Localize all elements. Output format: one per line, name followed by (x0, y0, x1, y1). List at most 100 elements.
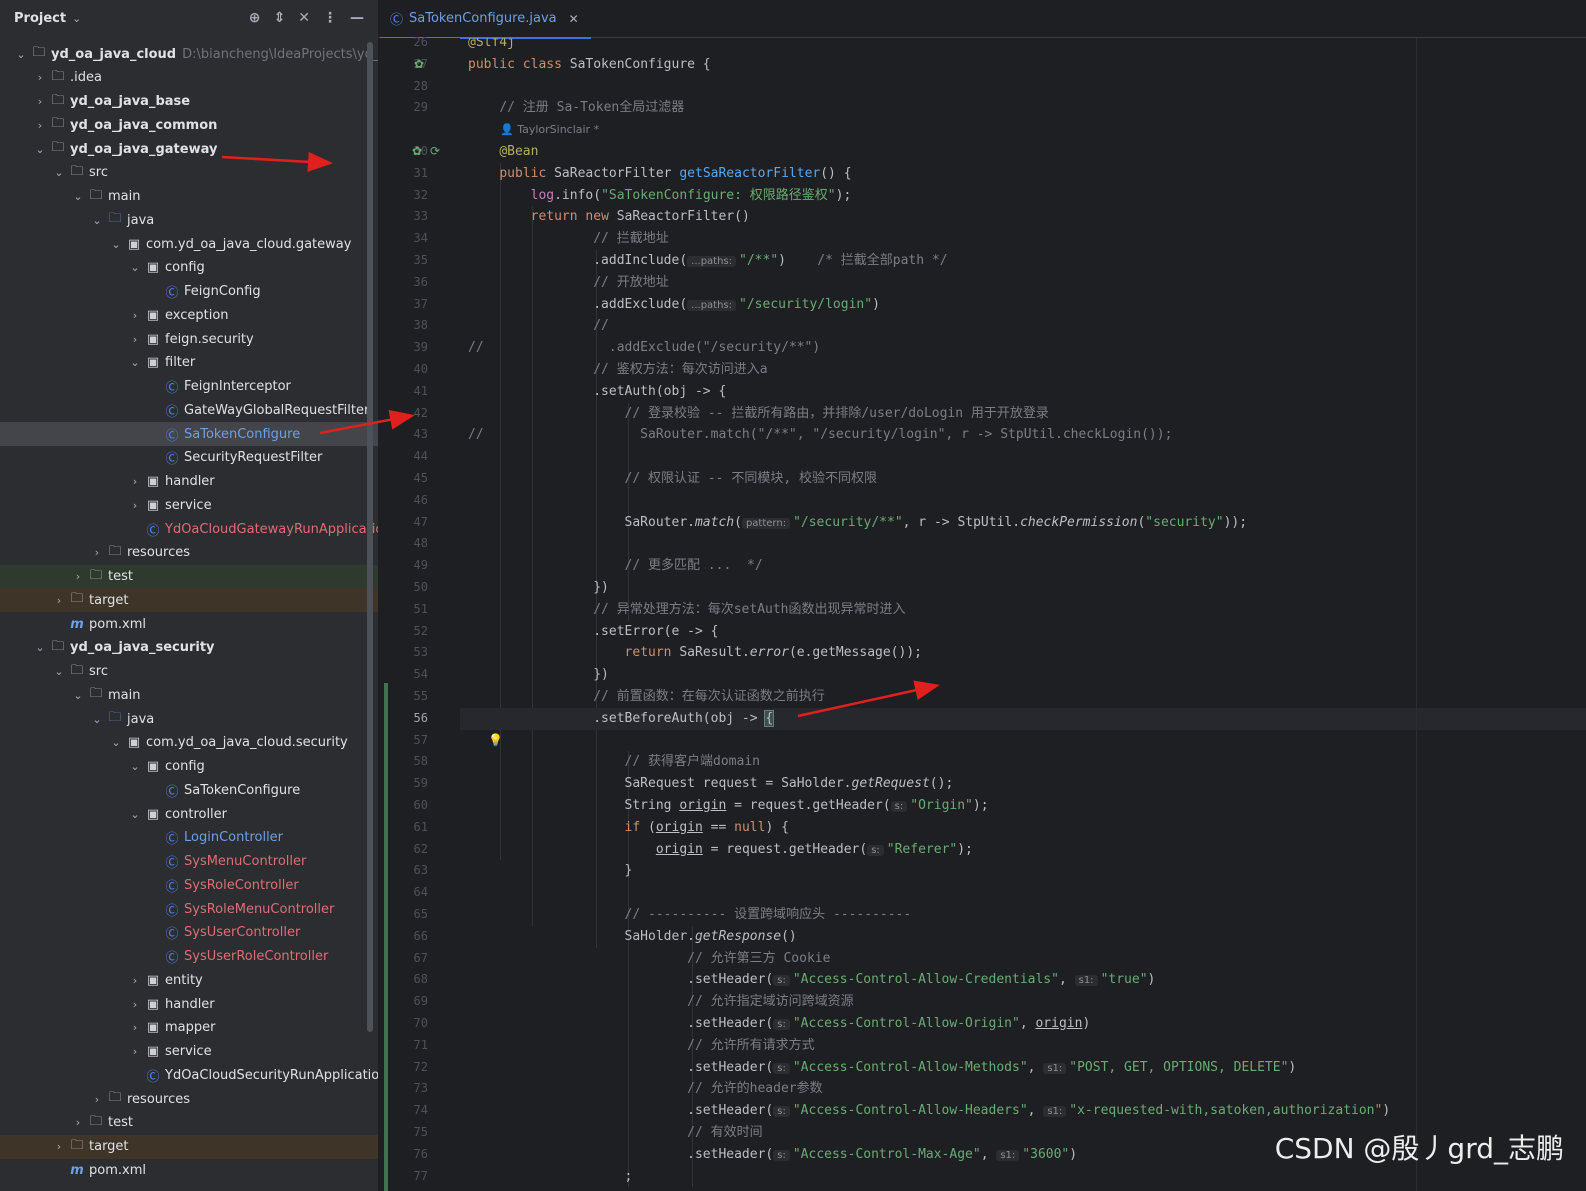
line-number[interactable]: 36 (378, 272, 428, 294)
line-number[interactable]: 50 (378, 577, 428, 599)
tree-item[interactable]: ⌄ ▣ filter (0, 351, 378, 375)
code-line[interactable]: // (468, 315, 609, 337)
tree-item[interactable]: Ⓒ FeignConfig (0, 280, 378, 304)
tree-item[interactable]: › 🗀 test (0, 564, 378, 589)
tree-item[interactable]: Ⓒ SysRoleController (0, 873, 378, 897)
chevron-right-icon[interactable]: › (52, 1140, 66, 1153)
tree-item[interactable]: Ⓒ SaTokenConfigure (0, 422, 378, 446)
code-line[interactable]: // 异常处理方法：每次setAuth函数出现异常时进入 (468, 599, 905, 621)
tree-item[interactable]: ⌄ 🗀 main (0, 185, 378, 209)
chevron-right-icon[interactable]: › (128, 499, 142, 512)
tree-item[interactable]: m pom.xml (0, 1158, 378, 1182)
tree-item[interactable]: › 🗀 target (0, 1134, 378, 1159)
line-number[interactable] (378, 119, 428, 141)
code-line[interactable]: ; (468, 1166, 633, 1188)
chevron-right-icon[interactable]: › (128, 974, 142, 987)
chevron-down-icon[interactable]: ⌄ (33, 143, 47, 156)
code-line[interactable]: // 更多匹配 ... */ (468, 555, 763, 577)
code-line[interactable]: public SaReactorFilter getSaReactorFilte… (468, 163, 851, 185)
chevron-right-icon[interactable]: › (52, 594, 66, 607)
chevron-right-icon[interactable]: › (71, 570, 85, 583)
chevron-down-icon[interactable]: ⌄ (90, 214, 104, 227)
code-line[interactable]: @Bean (468, 141, 538, 163)
line-number[interactable]: 35 (378, 250, 428, 272)
code-line[interactable]: .setHeader(s: "Access-Control-Allow-Origi… (468, 1013, 1090, 1035)
tree-item[interactable]: ⌄ 🗀 java (0, 707, 378, 731)
line-number[interactable]: 28 (378, 76, 428, 98)
code-line[interactable]: // .addExclude("/security/**") (468, 337, 820, 359)
code-line[interactable]: String origin = request.getHeader(s: "Ori… (468, 795, 989, 817)
line-number[interactable]: 37 (378, 294, 428, 316)
line-number[interactable]: 34 (378, 228, 428, 250)
tree-item[interactable]: ⌄ 🗀 src (0, 161, 378, 185)
chevron-right-icon[interactable]: › (33, 71, 47, 84)
chevron-down-icon[interactable]: ⌄ (52, 166, 66, 179)
tree-item[interactable]: › ▣ entity (0, 968, 378, 992)
code-line[interactable]: SaRouter.match(pattern: "/security/**", r… (468, 512, 1248, 534)
vcs-change-marker[interactable] (384, 683, 388, 1191)
tree-item[interactable]: › ▣ feign.security (0, 327, 378, 351)
code-line[interactable]: // 有效时间 (468, 1122, 762, 1144)
tree-item[interactable]: ⌄ 🗀 yd_oa_java_gateway (0, 137, 378, 161)
chevron-down-icon[interactable]: ⌄ (128, 356, 142, 369)
tree-item[interactable]: ⌄ 🗀 yd_oa_java_security (0, 636, 378, 660)
tree-item[interactable]: › 🗀 yd_oa_java_base (0, 90, 378, 114)
code-line[interactable]: // 开放地址 (468, 272, 668, 294)
chevron-down-icon[interactable]: ⌄ (52, 665, 66, 678)
line-number[interactable]: 42 (378, 403, 428, 425)
line-number[interactable]: 52 (378, 621, 428, 643)
code-line[interactable]: // 允许所有请求方式 (468, 1035, 814, 1057)
tree-item[interactable]: Ⓒ YdOaCloudSecurityRunApplication (0, 1063, 378, 1087)
line-number[interactable]: 49 (378, 555, 428, 577)
line-number[interactable]: 32 (378, 185, 428, 207)
tree-item[interactable]: › 🗀 target (0, 588, 378, 613)
code-line[interactable]: // 允许第三方 Cookie (468, 948, 830, 970)
code-line[interactable]: // 权限认证 -- 不同模块, 校验不同权限 (468, 468, 877, 490)
code-line[interactable]: public class SaTokenConfigure { (468, 54, 711, 76)
code-line[interactable]: } (468, 860, 633, 882)
line-number[interactable]: 39 (378, 337, 428, 359)
tree-item[interactable]: Ⓒ SysRoleMenuController (0, 897, 378, 921)
tree-item[interactable]: Ⓒ SysUserController (0, 921, 378, 945)
line-number[interactable]: 47 (378, 512, 428, 534)
code-line[interactable]: .addExclude(...paths: "/security/login") (468, 294, 880, 316)
chevron-down-icon[interactable]: ⌄ (71, 689, 85, 702)
tree-item[interactable]: ⌄ 🗀 yd_oa_java_cloud D:\biancheng\IdeaProje… (0, 42, 378, 66)
tree-item[interactable]: Ⓒ LoginController (0, 826, 378, 850)
chevron-down-icon[interactable]: ⌄ (72, 12, 81, 25)
spring-bean-icon[interactable]: ✿ (412, 144, 422, 158)
chevron-right-icon[interactable]: › (128, 1045, 142, 1058)
chevron-right-icon[interactable]: › (90, 1093, 104, 1106)
line-number[interactable]: 26 (378, 32, 428, 54)
navigate-icon[interactable]: ⟳ (430, 144, 440, 158)
code-line[interactable]: SaHolder.getResponse() (468, 926, 797, 948)
tree-item[interactable]: › ▣ handler (0, 470, 378, 494)
line-number[interactable]: 45 (378, 468, 428, 490)
code-line[interactable]: // 允许指定域访问跨域资源 (468, 991, 853, 1013)
tree-item[interactable]: ⌄ ▣ com.yd_oa_java_cloud.gateway (0, 232, 378, 256)
tree-item[interactable]: › 🗀 .idea (0, 66, 378, 90)
tree-item[interactable]: Ⓒ GateWayGlobalRequestFilter (0, 398, 378, 422)
author-hint[interactable]: 👤 TaylorSinclair * (500, 123, 599, 136)
code-line[interactable]: .setHeader(s: "Access-Control-Allow-Metho… (468, 1057, 1296, 1079)
chevron-down-icon[interactable]: ⌄ (128, 760, 142, 773)
tree-item[interactable]: › ▣ service (0, 493, 378, 517)
chevron-down-icon[interactable]: ⌄ (109, 238, 123, 251)
line-number[interactable]: 53 (378, 642, 428, 664)
line-number[interactable]: 31 (378, 163, 428, 185)
tree-item[interactable]: Ⓒ SecurityRequestFilter (0, 446, 378, 470)
code-line[interactable]: }) (468, 577, 609, 599)
tree-item[interactable]: ⌄ 🗀 src (0, 660, 378, 684)
code-line[interactable]: // 鉴权方法：每次访问进入a (468, 359, 767, 381)
chevron-right-icon[interactable]: › (128, 309, 142, 322)
tree-item[interactable]: › ▣ exception (0, 303, 378, 327)
code-line[interactable]: // 注册 Sa-Token全局过滤器 (468, 97, 684, 119)
code-editor[interactable]: @Slf4j public class SaTokenConfigure { //… (460, 38, 1586, 1191)
line-number[interactable]: 41 (378, 381, 428, 403)
code-line[interactable]: .setError(e -> { (468, 621, 718, 643)
tree-item[interactable]: ⌄ 🗀 main (0, 683, 378, 707)
chevron-down-icon[interactable]: ⌄ (14, 48, 28, 61)
chevron-right-icon[interactable]: › (128, 333, 142, 346)
line-number[interactable]: 29 (378, 97, 428, 119)
line-number[interactable]: 51 (378, 599, 428, 621)
